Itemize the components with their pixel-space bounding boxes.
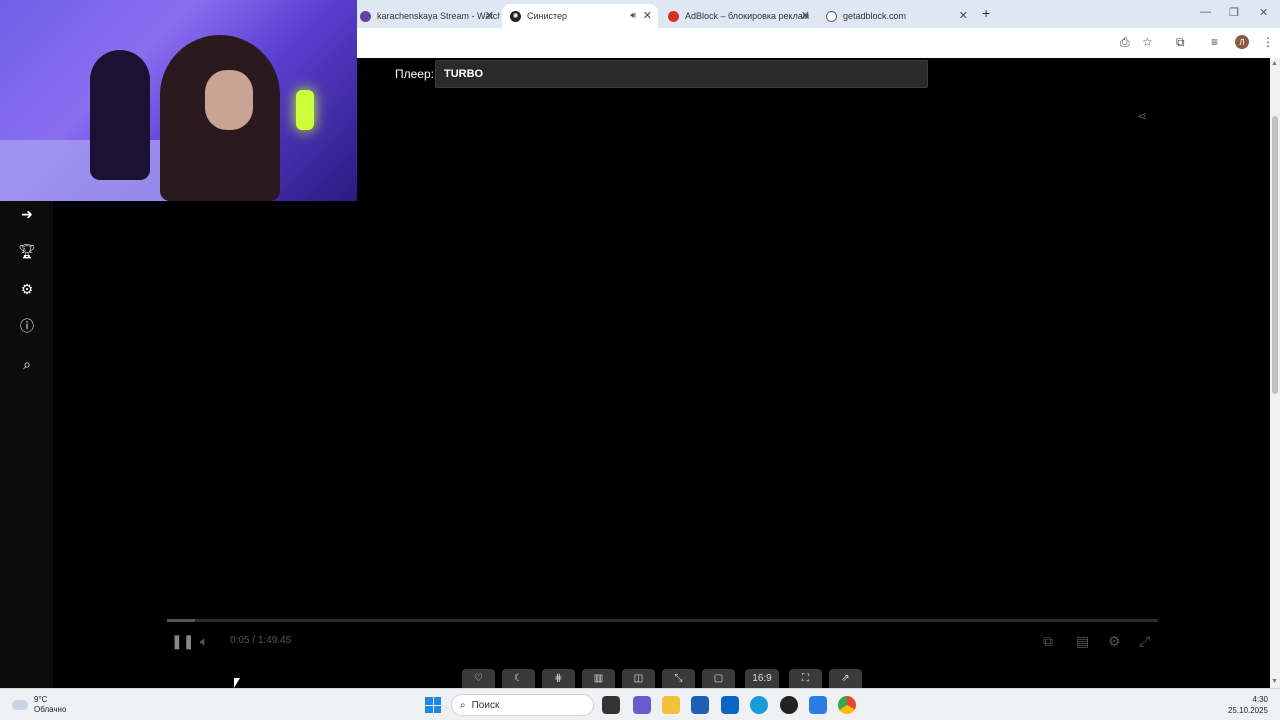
player-select[interactable]: TURBO — [435, 60, 928, 88]
webcam-overlay — [0, 0, 357, 201]
page-scrollbar[interactable]: ▲ ▼ — [1270, 58, 1280, 688]
tab-adblock[interactable]: AdBlock – блокировка реклам ✕ — [660, 4, 816, 28]
night-mode-button[interactable]: ☾ — [502, 669, 535, 688]
scroll-thumb[interactable] — [1272, 116, 1278, 394]
split-button[interactable]: ◫ — [622, 669, 655, 688]
trophy-icon[interactable]: 🏆︎ — [18, 242, 36, 260]
person-left — [90, 50, 150, 180]
volume-icon[interactable]: 🔈︎ — [200, 633, 208, 650]
info-icon[interactable]: ⓘ — [18, 317, 36, 335]
close-tab-icon[interactable]: ✕ — [801, 9, 810, 22]
scroll-down-icon[interactable]: ▼ — [1271, 678, 1278, 685]
resize-button[interactable]: ⤡ — [662, 669, 695, 688]
globe-icon — [826, 10, 837, 22]
tab-karachenskaya[interactable]: karachenskaya Stream - Watch ✕ — [352, 4, 500, 28]
close-window-icon[interactable]: ✕ — [1259, 6, 1268, 19]
install-app-icon[interactable]: ⎙ — [1120, 35, 1130, 50]
steam-icon[interactable] — [780, 696, 798, 714]
media-control-icon[interactable]: ≡ — [1211, 35, 1218, 49]
weather-temp: 9°C — [34, 695, 48, 704]
search-icon: ⌕ — [460, 699, 466, 711]
adblock-icon — [668, 10, 679, 22]
app-icon[interactable] — [809, 696, 827, 714]
search-placeholder: Поиск — [471, 699, 500, 711]
grid-button[interactable]: ⋕ — [542, 669, 575, 688]
tab-sinister[interactable]: ✺ Синистер 🔊︎ ✕ — [502, 4, 658, 28]
minimize-icon[interactable]: — — [1200, 6, 1211, 18]
progress-played — [167, 619, 195, 622]
chrome-icon[interactable] — [838, 696, 856, 714]
copilot-icon[interactable] — [633, 696, 651, 714]
outlook-icon[interactable] — [721, 696, 739, 714]
time-total: 1:49:45 — [257, 635, 292, 646]
cloud-icon — [12, 700, 28, 710]
screenshot-button[interactable]: ⛶ — [789, 669, 822, 688]
bookmark-star-icon[interactable]: ☆ — [1142, 35, 1153, 49]
taskbar-search[interactable]: ⌕ Поиск — [451, 694, 594, 716]
site-logo-icon: ✺ — [510, 10, 521, 22]
extensions-icon[interactable]: ⧉ — [1176, 35, 1185, 50]
new-tab-button[interactable]: + — [982, 5, 990, 21]
time-display: 0:05 / 1:49:45 — [230, 635, 291, 646]
aspect-ratio-button[interactable]: 16:9 — [745, 669, 779, 688]
weather-widget[interactable]: 9°C Облачно — [12, 695, 66, 715]
gear-icon[interactable]: ⚙ — [18, 280, 36, 298]
restore-icon[interactable]: ❐ — [1229, 6, 1239, 19]
store-icon[interactable] — [691, 696, 709, 714]
profile-avatar[interactable]: Л — [1235, 35, 1249, 49]
face — [205, 70, 253, 130]
speaker-icon[interactable]: 🔊︎ — [630, 10, 636, 21]
external-button[interactable]: ⇗ — [829, 669, 862, 688]
quality-settings-icon[interactable]: ⚙ — [1108, 633, 1121, 650]
search-icon[interactable]: ⌕ — [18, 355, 36, 373]
microphone — [296, 90, 314, 130]
close-tab-icon[interactable]: ✕ — [485, 9, 494, 22]
close-tab-icon[interactable]: ✕ — [959, 9, 968, 22]
windows-start-icon[interactable] — [425, 697, 441, 713]
task-view-icon[interactable] — [602, 696, 620, 714]
scroll-up-icon[interactable]: ▲ — [1271, 60, 1278, 67]
time-separator: / — [252, 635, 256, 646]
weather-desc: Облачно — [34, 705, 67, 714]
menu-kebab-icon[interactable]: ⋮ — [1262, 35, 1274, 49]
progress-bar[interactable] — [167, 619, 1158, 622]
time-current: 0:05 — [230, 635, 250, 646]
pause-icon[interactable]: ❚❚ — [171, 633, 194, 650]
pip-icon[interactable]: ⧉ — [1043, 633, 1053, 650]
file-explorer-icon[interactable] — [662, 696, 680, 714]
equalizer-button[interactable]: ▥ — [582, 669, 615, 688]
window-button[interactable]: ▢ — [702, 669, 735, 688]
twitch-icon — [360, 10, 371, 22]
mouse-cursor — [234, 678, 240, 688]
clock-date: 25.10.2025 — [1227, 706, 1268, 715]
player-label: Плеер: — [395, 67, 434, 81]
tab-getadblock[interactable]: getadblock.com ✕ — [818, 4, 974, 28]
subtitles-icon[interactable]: ▤ — [1076, 633, 1089, 650]
windows-taskbar: 9°C Облачно ⌕ Поиск 4:30 25.10.2025 — [0, 688, 1280, 720]
favorite-button[interactable]: ♡ — [462, 669, 495, 688]
share-icon[interactable]: ⋖ — [1137, 109, 1153, 125]
system-clock[interactable]: 4:30 25.10.2025 — [1228, 694, 1268, 716]
close-tab-icon[interactable]: ✕ — [643, 9, 652, 22]
login-icon[interactable]: ➜ — [18, 205, 36, 223]
edge-icon[interactable] — [750, 696, 768, 714]
fullscreen-icon[interactable]: ⤢ — [1139, 633, 1150, 650]
clock-time: 4:30 — [1252, 695, 1268, 704]
